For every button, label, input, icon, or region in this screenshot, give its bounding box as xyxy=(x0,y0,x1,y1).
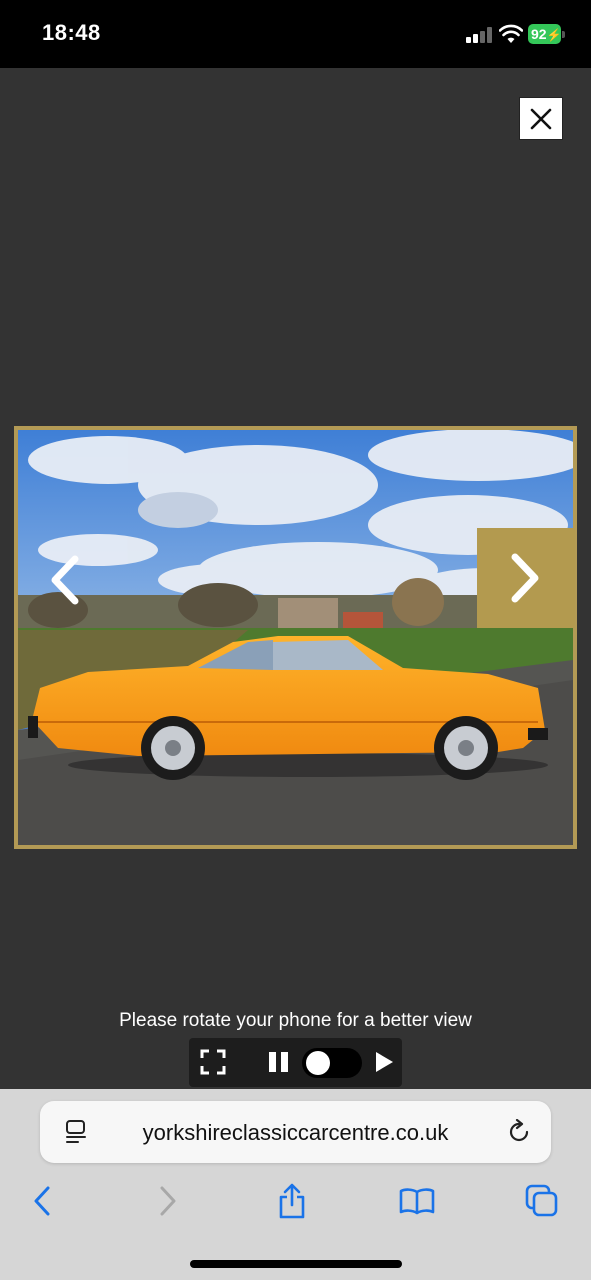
next-photo-button[interactable] xyxy=(477,528,575,628)
fullscreen-icon[interactable] xyxy=(199,1048,227,1076)
screen: 18:48 92⚡ Please rotate your phone for a… xyxy=(0,0,591,1280)
chevron-left-icon xyxy=(51,555,79,605)
close-icon xyxy=(530,108,552,129)
rotate-message: Please rotate your phone for a better vi… xyxy=(119,1010,472,1031)
status-bar: 18:48 92⚡ xyxy=(0,0,591,68)
forward-button[interactable] xyxy=(148,1181,188,1221)
tabs-icon xyxy=(525,1184,558,1217)
share-icon xyxy=(279,1183,305,1219)
status-time: 18:48 xyxy=(42,20,101,45)
car-photo xyxy=(18,430,573,845)
gallery-photo xyxy=(14,426,577,849)
autoplay-toggle[interactable] xyxy=(302,1048,362,1078)
home-indicator xyxy=(190,1260,402,1268)
reload-icon[interactable] xyxy=(506,1119,532,1145)
battery-icon: 92⚡ xyxy=(528,24,565,44)
chevron-right-icon xyxy=(511,553,539,603)
forward-icon xyxy=(160,1186,176,1216)
pause-icon[interactable] xyxy=(267,1051,291,1073)
tabs-button[interactable] xyxy=(522,1181,562,1221)
browser-toolbar: yorkshireclassiccarcentre.co.uk xyxy=(0,1089,591,1280)
back-button[interactable] xyxy=(22,1181,62,1221)
wifi-icon xyxy=(499,24,523,43)
bookmarks-button[interactable] xyxy=(397,1181,437,1221)
close-button[interactable] xyxy=(519,97,563,140)
slideshow-controls xyxy=(189,1038,402,1087)
address-bar[interactable]: yorkshireclassiccarcentre.co.uk xyxy=(40,1101,551,1163)
bookmarks-icon xyxy=(399,1188,435,1215)
url-text: yorkshireclassiccarcentre.co.uk xyxy=(142,1120,449,1145)
share-button[interactable] xyxy=(272,1181,312,1221)
cellular-signal-icon xyxy=(466,27,494,43)
previous-photo-button[interactable] xyxy=(34,540,94,620)
back-icon xyxy=(34,1186,50,1216)
play-icon[interactable] xyxy=(373,1051,395,1073)
toggle-knob xyxy=(306,1051,330,1075)
battery-level: 92 xyxy=(531,26,547,42)
